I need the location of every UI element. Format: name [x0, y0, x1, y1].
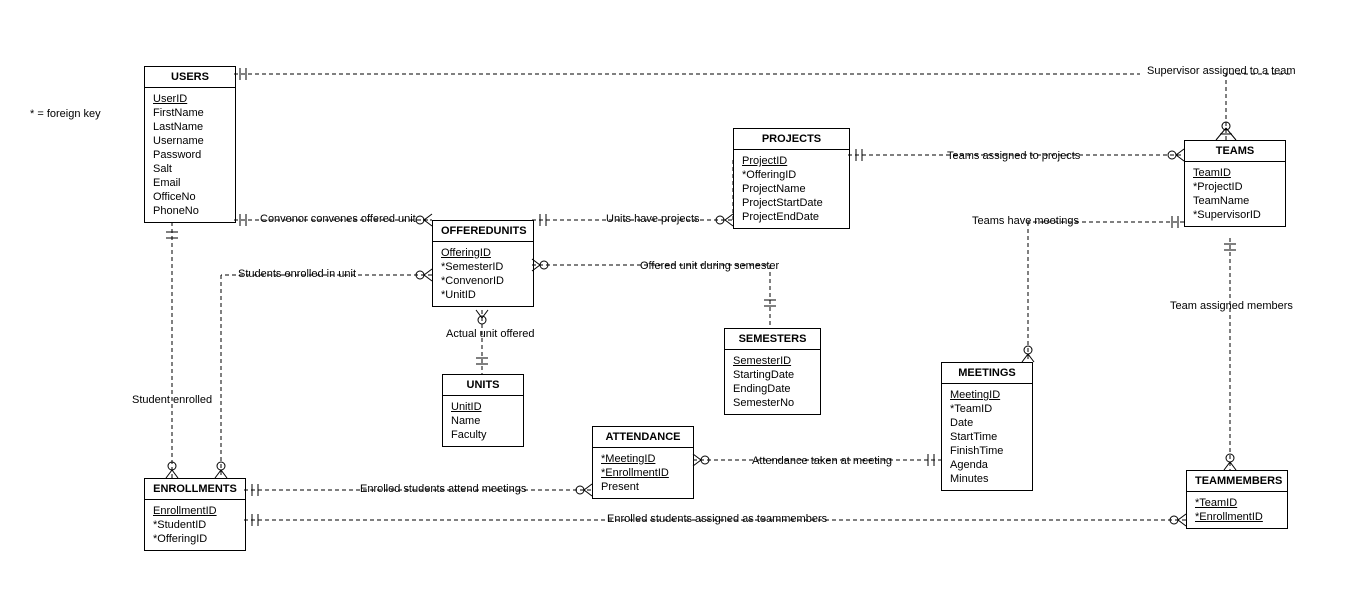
attr: UnitID: [451, 400, 515, 414]
attr: MeetingID: [950, 388, 1024, 402]
entity-attrs: SemesterIDStartingDateEndingDateSemester…: [725, 350, 820, 414]
attr: *UnitID: [441, 288, 525, 302]
attr: Salt: [153, 162, 227, 176]
entity-attrs: UserIDFirstNameLastNameUsernamePasswordS…: [145, 88, 235, 222]
attr: ProjectID: [742, 154, 841, 168]
attr: Date: [950, 416, 1024, 430]
attr: Password: [153, 148, 227, 162]
attr: ProjectStartDate: [742, 196, 841, 210]
entity-users: USERS UserIDFirstNameLastNameUsernamePas…: [144, 66, 236, 223]
attr: *ProjectID: [1193, 180, 1277, 194]
rel-team-members: Team assigned members: [1168, 300, 1295, 312]
attr: Faculty: [451, 428, 515, 442]
attr: *SemesterID: [441, 260, 525, 274]
attr: FinishTime: [950, 444, 1024, 458]
attr: PhoneNo: [153, 204, 227, 218]
entity-title: PROJECTS: [734, 129, 849, 150]
attr: FirstName: [153, 106, 227, 120]
entity-attrs: *TeamID*EnrollmentID: [1187, 492, 1287, 528]
foreign-key-note: * = foreign key: [30, 108, 101, 120]
entity-meetings: MEETINGS MeetingID*TeamIDDateStartTimeFi…: [941, 362, 1033, 491]
entity-title: SEMESTERS: [725, 329, 820, 350]
rel-attendance-meeting: Attendance taken at meeting: [750, 455, 894, 467]
attr: *SupervisorID: [1193, 208, 1277, 222]
rel-units-projects: Units have projects: [604, 213, 702, 225]
attr: *StudentID: [153, 518, 237, 532]
entity-semesters: SEMESTERS SemesterIDStartingDateEndingDa…: [724, 328, 821, 415]
attr: SemesterID: [733, 354, 812, 368]
attr: *OfferingID: [153, 532, 237, 546]
entity-title: ENROLLMENTS: [145, 479, 245, 500]
attr: Email: [153, 176, 227, 190]
entity-teams: TEAMS TeamID*ProjectIDTeamName*Superviso…: [1184, 140, 1286, 227]
entity-title: ATTENDANCE: [593, 427, 693, 448]
entity-title: USERS: [145, 67, 235, 88]
attr: OfficeNo: [153, 190, 227, 204]
entity-units: UNITS UnitIDNameFaculty: [442, 374, 524, 447]
attr: Agenda: [950, 458, 1024, 472]
attr: TeamID: [1193, 166, 1277, 180]
attr: Username: [153, 134, 227, 148]
attr: TeamName: [1193, 194, 1277, 208]
attr: ProjectEndDate: [742, 210, 841, 224]
entity-projects: PROJECTS ProjectID*OfferingIDProjectName…: [733, 128, 850, 229]
entity-title: MEETINGS: [942, 363, 1032, 384]
entity-attrs: UnitIDNameFaculty: [443, 396, 523, 446]
entity-attrs: OfferingID*SemesterID*ConvenorID*UnitID: [433, 242, 533, 306]
attr: *OfferingID: [742, 168, 841, 182]
er-diagram-canvas: * = foreign key USERS UserIDFirstNameLas…: [0, 0, 1357, 603]
rel-supervisor: Supervisor assigned to a team: [1145, 65, 1298, 77]
attr: Present: [601, 480, 685, 494]
entity-teammembers: TEAMMEMBERS *TeamID*EnrollmentID: [1186, 470, 1288, 529]
attr: SemesterNo: [733, 396, 812, 410]
attr: *EnrollmentID: [1195, 510, 1279, 524]
attr: *ConvenorID: [441, 274, 525, 288]
attr: Name: [451, 414, 515, 428]
entity-title: TEAMMEMBERS: [1187, 471, 1287, 492]
rel-offered-semester: Offered unit during semester: [638, 260, 781, 272]
attr: Minutes: [950, 472, 1024, 486]
attr: *TeamID: [950, 402, 1024, 416]
entity-attrs: TeamID*ProjectIDTeamName*SupervisorID: [1185, 162, 1285, 226]
rel-enrolled-attend: Enrolled students attend meetings: [358, 483, 528, 495]
attr: *TeamID: [1195, 496, 1279, 510]
attr: StartTime: [950, 430, 1024, 444]
attr: StartingDate: [733, 368, 812, 382]
attr: *EnrollmentID: [601, 466, 685, 480]
entity-attrs: EnrollmentID*StudentID*OfferingID: [145, 500, 245, 550]
attr: EndingDate: [733, 382, 812, 396]
entity-offeredunits: OFFEREDUNITS OfferingID*SemesterID*Conve…: [432, 220, 534, 307]
entity-attendance: ATTENDANCE *MeetingID*EnrollmentIDPresen…: [592, 426, 694, 499]
attr: UserID: [153, 92, 227, 106]
rel-enrolled-teammembers: Enrolled students assigned as teammember…: [605, 513, 829, 525]
entity-attrs: MeetingID*TeamIDDateStartTimeFinishTimeA…: [942, 384, 1032, 490]
entity-title: OFFEREDUNITS: [433, 221, 533, 242]
rel-convenor: Convenor convenes offered unit: [258, 213, 418, 225]
entity-title: TEAMS: [1185, 141, 1285, 162]
attr: LastName: [153, 120, 227, 134]
rel-students-unit: Students enrolled in unit: [236, 268, 358, 280]
entity-attrs: *MeetingID*EnrollmentIDPresent: [593, 448, 693, 498]
rel-student-enrolled: Student enrolled: [130, 394, 214, 406]
rel-teams-projects: Teams assigned to projects: [945, 150, 1082, 162]
attr: OfferingID: [441, 246, 525, 260]
entity-attrs: ProjectID*OfferingIDProjectNameProjectSt…: [734, 150, 849, 228]
rel-teams-meetings: Teams have meetings: [970, 215, 1081, 227]
attr: *MeetingID: [601, 452, 685, 466]
attr: EnrollmentID: [153, 504, 237, 518]
entity-enrollments: ENROLLMENTS EnrollmentID*StudentID*Offer…: [144, 478, 246, 551]
entity-title: UNITS: [443, 375, 523, 396]
attr: ProjectName: [742, 182, 841, 196]
rel-actual-unit: Actual unit offered: [444, 328, 536, 340]
